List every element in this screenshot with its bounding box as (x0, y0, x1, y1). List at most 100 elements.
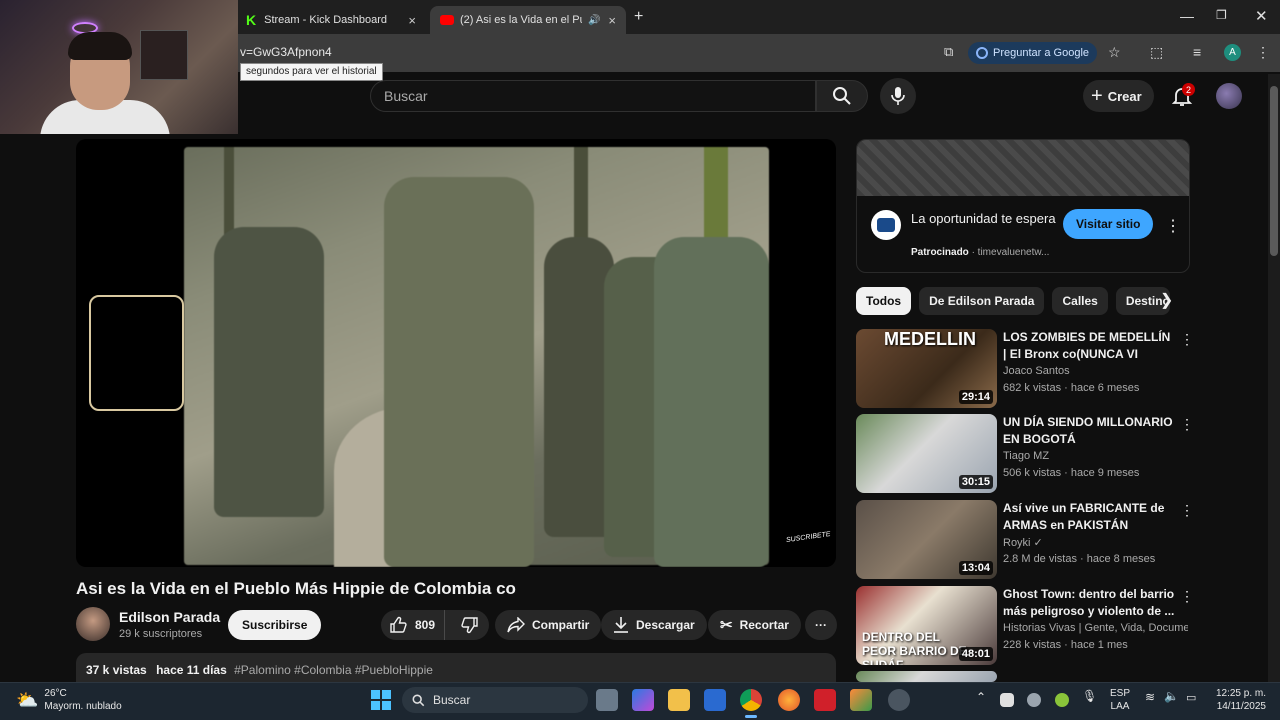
channel-avatar[interactable] (76, 607, 110, 641)
wps-office-icon[interactable] (814, 689, 836, 711)
tab-kick-dashboard[interactable]: K Stream - Kick Dashboard × (236, 6, 426, 34)
copilot-icon[interactable] (632, 689, 654, 711)
bookmark-star-icon[interactable]: ☆ (1108, 44, 1121, 61)
webcam-poster (140, 30, 188, 80)
recommended-video[interactable]: DENTRO DEL PEOR BARRIO DE SUDÁF 48:01 Gh… (856, 586, 1194, 666)
recommended-title[interactable]: LOS ZOMBIES DE MEDELLÍN | El Bronx co(NU… (1003, 329, 1175, 363)
recommended-video[interactable]: 13:04 Así vive un FABRICANTE de ARMAS en… (856, 500, 1194, 580)
clip-button[interactable]: ✂ Recortar (708, 610, 801, 640)
extensions-icon[interactable]: ⬚ (1150, 44, 1163, 61)
tray-sync-icon[interactable] (1027, 693, 1041, 707)
recommended-video[interactable]: MEDELLIN 29:14 LOS ZOMBIES DE MEDELLÍN |… (856, 329, 1194, 409)
recommended-video-partial[interactable] (856, 671, 1190, 682)
ad-banner-image (857, 140, 1189, 196)
user-avatar[interactable] (1216, 83, 1242, 109)
temperature: 26°C (44, 688, 67, 699)
recommended-channel: Historias Vivas | Gente, Vida, Documenta… (1003, 622, 1188, 634)
new-tab-button[interactable]: + (634, 8, 643, 26)
hashtags[interactable]: #Palomino #Colombia #PuebloHippie (234, 663, 433, 677)
scrollbar-thumb[interactable] (1270, 86, 1278, 256)
page-scrollbar[interactable] (1268, 74, 1280, 682)
task-view-icon[interactable] (596, 689, 618, 711)
recommended-video[interactable]: 30:15 UN DÍA SIENDO MILLONARIO EN BOGOTÁ… (856, 414, 1194, 494)
youtube-search-input[interactable]: Buscar (370, 80, 816, 112)
video-duration: 13:04 (958, 561, 993, 575)
recommended-channel: Royki ✓ (1003, 537, 1043, 549)
create-label: Crear (1107, 88, 1142, 104)
subscriber-count: 29 k suscriptores (119, 628, 203, 640)
subscribe-button[interactable]: Suscribirse (228, 610, 322, 640)
restore-icon[interactable]: ❐ (1216, 8, 1227, 22)
windows-start-icon[interactable] (370, 689, 392, 711)
profile-avatar[interactable]: A (1224, 44, 1241, 61)
video-title: Asi es la Vida en el Pueblo Más Hippie d… (76, 579, 516, 598)
like-button[interactable]: 809 (381, 610, 445, 640)
weather-text: 26°C Mayorm. nublado (44, 687, 121, 713)
file-explorer-icon[interactable] (668, 689, 690, 711)
close-tab-icon[interactable]: × (408, 13, 416, 28)
microsoft-store-icon[interactable] (704, 689, 726, 711)
notification-count-badge: 2 (1182, 83, 1195, 96)
battery-icon[interactable]: ▭ (1186, 692, 1196, 705)
recommended-meta: 506 k vistas · hace 9 meses (1003, 467, 1140, 479)
more-options-icon[interactable]: ⋮ (1180, 331, 1194, 348)
create-button[interactable]: + Crear (1083, 80, 1154, 112)
media-control-icon[interactable]: ≡ (1193, 44, 1201, 60)
more-options-icon[interactable]: ⋮ (1180, 416, 1194, 433)
more-options-icon[interactable]: ⋮ (1180, 588, 1194, 605)
clock-time: 12:25 p. m. (1215, 688, 1266, 699)
briefcase-icon (877, 218, 895, 232)
download-icon (614, 617, 628, 633)
download-button[interactable]: Descargar (601, 610, 707, 640)
wifi-icon[interactable]: ≋ (1145, 691, 1155, 704)
more-options-icon[interactable]: ⋮ (1180, 502, 1194, 519)
install-app-icon[interactable]: ⧉ (944, 44, 953, 60)
firefox-icon[interactable] (778, 689, 800, 711)
visit-site-button[interactable]: Visitar sitio (1063, 209, 1154, 239)
recommended-title[interactable]: Ghost Town: dentro del barrio más peligr… (1003, 586, 1175, 620)
clock[interactable]: 12:25 p. m. 14/11/2025 (1208, 687, 1266, 713)
ask-google-button[interactable]: Preguntar a Google (968, 42, 1098, 64)
ad-title: La oportunidad te espera (911, 211, 1056, 226)
chip-calles[interactable]: Calles (1052, 287, 1108, 315)
ad-more-icon[interactable]: ⋮ (1165, 216, 1181, 236)
recommended-title[interactable]: UN DÍA SIENDO MILLONARIO EN BOGOTÁ (1003, 414, 1175, 448)
browser-menu-icon[interactable]: ⋮ (1256, 44, 1270, 61)
close-window-icon[interactable]: ✕ (1255, 7, 1268, 25)
app-icon[interactable] (850, 689, 872, 711)
close-tab-icon[interactable]: × (608, 13, 616, 28)
url-text[interactable]: v=GwG3Afpnon4 (240, 45, 332, 59)
share-button[interactable]: Compartir (495, 610, 602, 640)
video-thumbnail[interactable] (856, 671, 997, 682)
video-player[interactable]: SUSCRIBETE (76, 139, 836, 567)
obs-icon[interactable] (888, 689, 910, 711)
filter-chips: Todos De Edilson Parada Calles Destino (856, 287, 1170, 315)
video-thumbnail[interactable]: 13:04 (856, 500, 997, 579)
sponsored-ad-card[interactable]: La oportunidad te espera Patrocinado · t… (856, 139, 1190, 273)
search-button[interactable] (816, 80, 868, 112)
recommended-channel: Joaco Santos (1003, 365, 1070, 377)
video-thumbnail[interactable]: 30:15 (856, 414, 997, 493)
weather-condition: Mayorm. nublado (44, 701, 122, 712)
voice-search-button[interactable] (880, 78, 916, 114)
tray-app-icon[interactable] (1000, 693, 1014, 707)
microphone-icon[interactable]: 🎙 (1082, 690, 1097, 703)
recommended-title[interactable]: Así vive un FABRICANTE de ARMAS en PAKIS… (1003, 500, 1175, 534)
video-thumbnail[interactable]: DENTRO DEL PEOR BARRIO DE SUDÁF 48:01 (856, 586, 997, 665)
volume-icon[interactable]: 🔈 (1164, 690, 1179, 703)
chevron-right-icon[interactable]: ❯ (1160, 290, 1173, 310)
chrome-icon[interactable] (740, 689, 762, 711)
tab-youtube-video[interactable]: (2) Asi es la Vida en el Pueb 🔊 × (430, 6, 626, 34)
chip-todos[interactable]: Todos (856, 287, 912, 315)
taskbar-search[interactable]: Buscar (402, 687, 588, 713)
dislike-button[interactable] (452, 610, 489, 640)
video-thumbnail[interactable]: MEDELLIN 29:14 (856, 329, 997, 408)
language-indicator[interactable]: ESP LAA (1110, 687, 1130, 713)
more-actions-button[interactable]: ··· (805, 610, 837, 640)
weather-widget[interactable]: ⛅ 26°C Mayorm. nublado (16, 687, 122, 713)
channel-name[interactable]: Edilson Parada (119, 609, 220, 625)
show-hidden-icons[interactable]: ⌃ (976, 691, 986, 704)
chip-de-edilson-parada[interactable]: De Edilson Parada (919, 287, 1045, 315)
tray-nvidia-icon[interactable] (1055, 693, 1069, 707)
minimize-icon[interactable]: — (1180, 8, 1194, 24)
